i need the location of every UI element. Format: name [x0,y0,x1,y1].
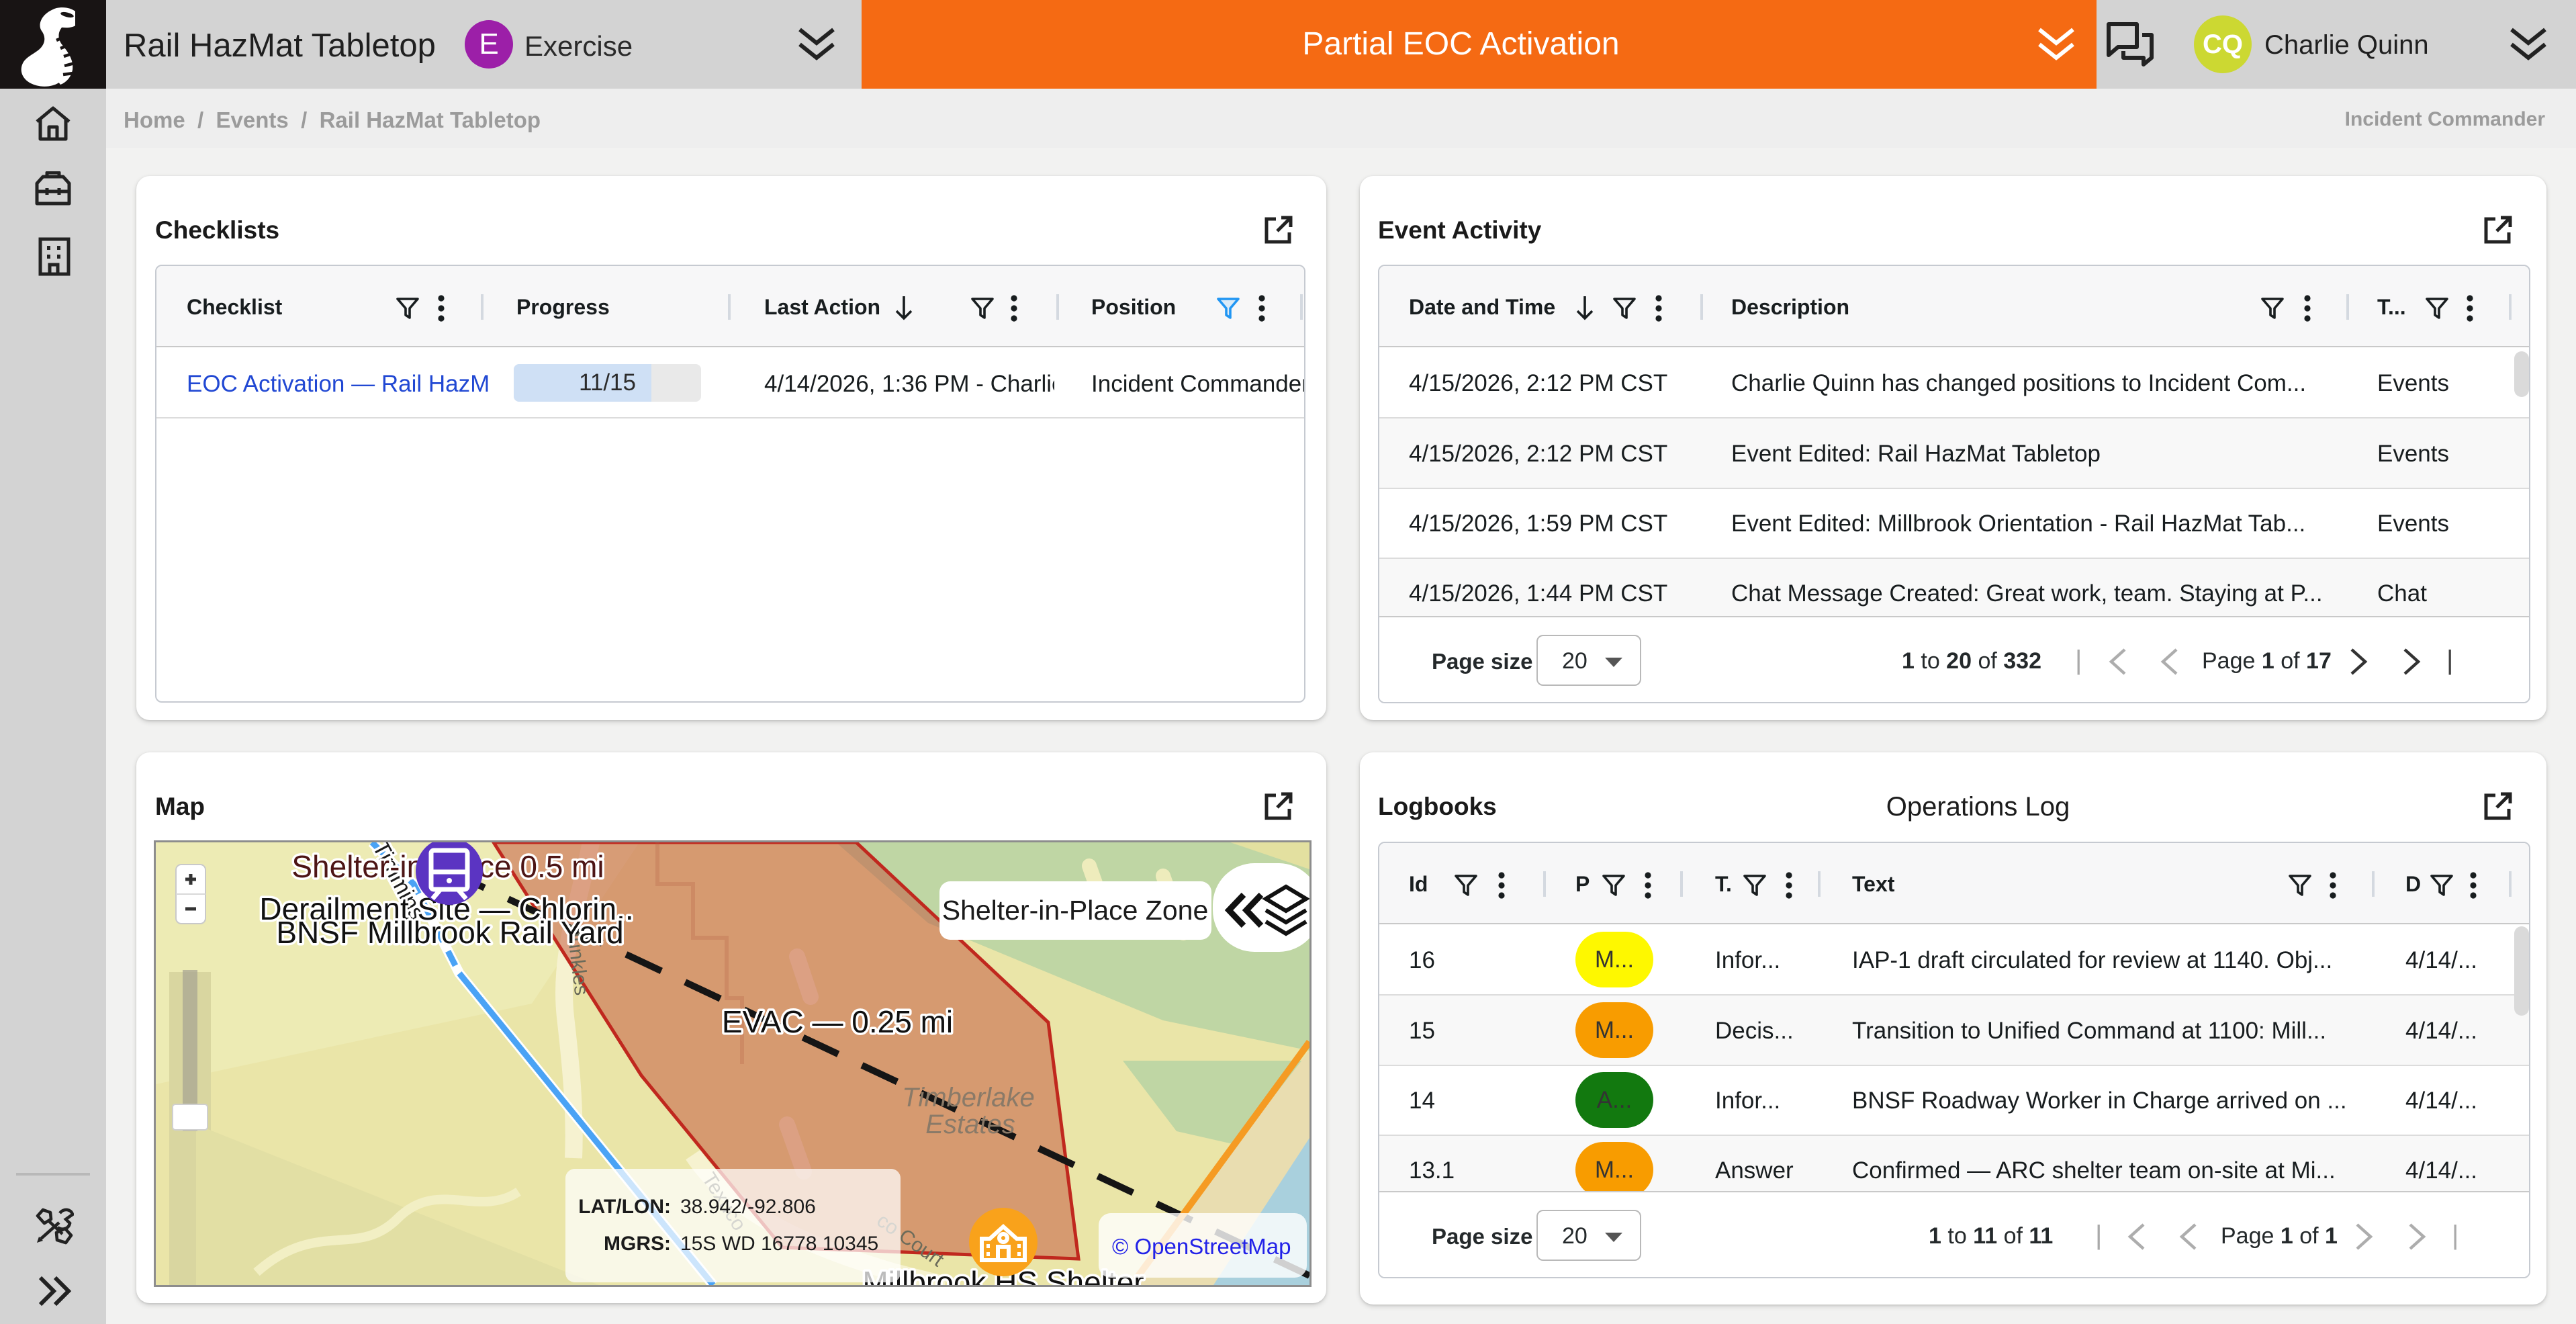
svg-text:MGRS:: MGRS: [604,1233,671,1255]
svg-text:15S WD 16778 10345: 15S WD 16778 10345 [680,1233,878,1255]
svg-text:BNSF Millbrook Rail Yard: BNSF Millbrook Rail Yard [276,915,623,950]
svg-text:EVAC — 0.25 mi: EVAC — 0.25 mi [722,1004,953,1039]
svg-text:38.942/-92.806: 38.942/-92.806 [680,1196,816,1218]
svg-text:Shelter-in-Place Zone: Shelter-in-Place Zone [942,895,1209,926]
svg-text:© OpenStreetMap: © OpenStreetMap [1112,1234,1291,1259]
svg-text:LAT/LON:: LAT/LON: [578,1196,671,1218]
svg-text:Estates: Estates [925,1110,1015,1139]
svg-text:Timberlake: Timberlake [902,1083,1034,1112]
